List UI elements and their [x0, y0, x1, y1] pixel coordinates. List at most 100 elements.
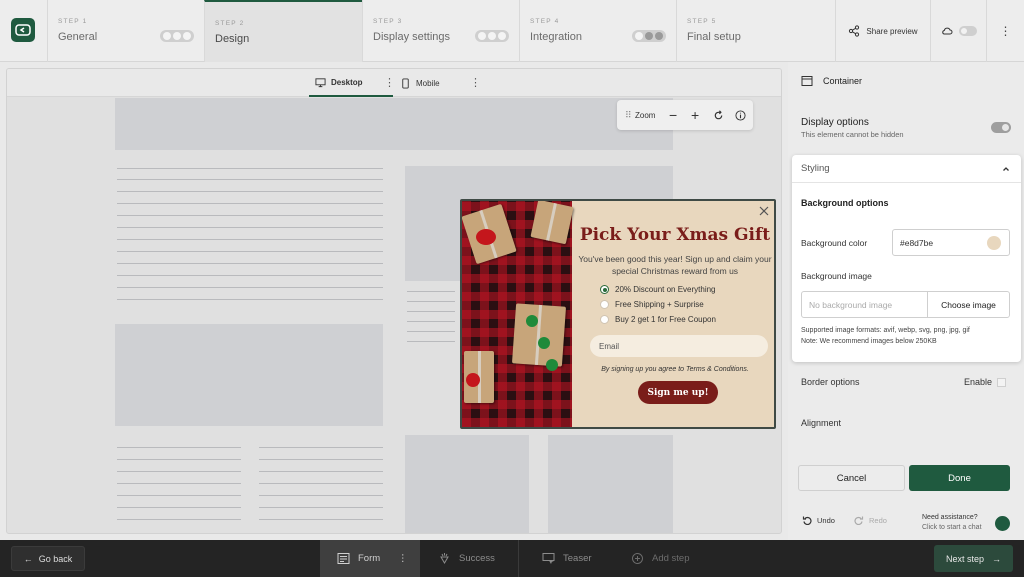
tab-teaser[interactable]: Teaser [520, 540, 620, 577]
background-image-field[interactable]: No background image Choose image [801, 291, 1010, 318]
device-switcher: Desktop ⋮ Mobile ⋮ [7, 69, 781, 97]
assistance-text[interactable]: Need assistance? Click to start a chat [922, 513, 982, 533]
kebab-icon: ⋮ [999, 24, 1012, 38]
go-back-button[interactable]: ← Go back [11, 546, 85, 571]
styling-section: Styling Background options Background co… [792, 155, 1021, 362]
redo-button[interactable]: Redo [854, 515, 887, 525]
undo-button[interactable]: Undo [802, 515, 835, 525]
close-icon[interactable] [758, 205, 770, 217]
styling-header[interactable]: Styling [792, 155, 1021, 183]
christmas-gifts-image [462, 201, 574, 427]
image-size-note: Note: We recommend images below 250KB [801, 338, 937, 345]
enable-checkbox[interactable] [997, 377, 1007, 387]
teaser-tab-label: Teaser [563, 553, 592, 564]
step-display-settings[interactable]: STEP 3 Display settings [362, 0, 519, 62]
sign-me-up-button[interactable]: Sign me up! [638, 381, 718, 404]
border-enable-control[interactable]: Enable [964, 377, 1007, 387]
gift-option-2[interactable]: Free Shipping + Surprise [600, 300, 704, 309]
success-tab-label: Success [459, 553, 495, 564]
top-bar: STEP 1 General STEP 2 Design STEP 3 Disp… [0, 0, 1024, 62]
display-toggle[interactable] [991, 122, 1011, 133]
next-step-label: Next step [945, 553, 985, 564]
color-swatch[interactable] [987, 236, 1001, 250]
drag-handle-icon[interactable]: ⠿ [625, 100, 632, 130]
wireframe-text-line [407, 331, 455, 332]
form-options-icon[interactable]: ⋮ [398, 553, 408, 564]
wireframe-text-line [117, 483, 241, 484]
info-icon[interactable] [735, 100, 746, 130]
alignment-label: Alignment [801, 418, 842, 428]
green-bow-icon [546, 359, 558, 371]
zoom-label: Zoom [635, 110, 656, 120]
sync-toggle-switch[interactable] [958, 26, 977, 36]
wireframe-image-block [115, 324, 383, 426]
zoom-out-icon[interactable]: − [669, 100, 677, 130]
step-number: STEP 4 [530, 18, 560, 25]
background-color-field[interactable]: #e8d7be [892, 229, 1010, 256]
device-mobile-tab[interactable]: Mobile [400, 69, 440, 97]
step-design[interactable]: STEP 2 Design [204, 0, 362, 62]
next-step-button[interactable]: Next step → [934, 545, 1013, 572]
gift-option-3[interactable]: Buy 2 get 1 for Free Coupon [600, 315, 716, 324]
mobile-label: Mobile [416, 78, 440, 88]
wireframe-text-line [117, 299, 383, 300]
popup-preview[interactable]: Pick Your Xmas Gift You've been good thi… [460, 199, 776, 429]
desktop-options-icon[interactable]: ⋮ [384, 76, 395, 89]
device-desktop-tab[interactable]: Desktop [309, 69, 393, 97]
wireframe-header-block [115, 98, 673, 150]
plus-circle-icon [632, 553, 643, 564]
gift-option-1[interactable]: 20% Discount on Everything [600, 285, 716, 294]
wireframe-text-line [117, 471, 241, 472]
radio-selected-icon[interactable] [600, 285, 609, 294]
radio-icon[interactable] [600, 300, 609, 309]
step-final-setup[interactable]: STEP 5 Final setup [676, 0, 835, 62]
background-color-value: #e8d7be [900, 237, 934, 248]
border-options-label: Border options [801, 377, 860, 387]
wireframe-text-line [259, 447, 383, 448]
wireframe-text-line [117, 263, 383, 264]
step-progress-icon [632, 30, 666, 42]
done-button[interactable]: Done [909, 465, 1010, 491]
tab-form[interactable]: Form ⋮ [320, 540, 420, 577]
email-placeholder: Email [599, 341, 620, 351]
zoom-in-icon[interactable]: + [691, 100, 699, 130]
radio-icon[interactable] [600, 315, 609, 324]
assist-title: Need assistance? [922, 514, 978, 521]
step-number: STEP 5 [687, 18, 717, 25]
cancel-button[interactable]: Cancel [798, 465, 905, 491]
app-logo[interactable] [11, 18, 35, 42]
step-progress-icon [475, 30, 509, 42]
zoom-controls: ⠿ Zoom − + [617, 100, 753, 130]
wireframe-text-line [117, 203, 383, 204]
desktop-icon [315, 77, 326, 87]
display-options-subtitle: This element cannot be hidden [801, 130, 904, 139]
email-field[interactable]: Email [590, 335, 768, 357]
wireframe-image-block [548, 435, 673, 533]
gift-box [511, 303, 567, 367]
chevron-up-icon[interactable] [1001, 164, 1011, 174]
chat-icon[interactable] [995, 516, 1010, 531]
share-preview-button[interactable]: Share preview [835, 0, 930, 62]
step-name: Final setup [687, 31, 741, 43]
add-step-button[interactable]: Add step [631, 540, 690, 577]
wireframe-text-line [117, 507, 241, 508]
step-integration[interactable]: STEP 4 Integration [519, 0, 676, 62]
redo-label: Redo [869, 515, 887, 525]
step-general[interactable]: STEP 1 General [47, 0, 204, 62]
wireframe-text-line [117, 227, 383, 228]
more-menu-button[interactable]: ⋮ [986, 0, 1024, 62]
wireframe-text-line [117, 179, 383, 180]
share-icon [849, 25, 860, 37]
assist-subtitle: Click to start a chat [922, 524, 982, 531]
popup-title: Pick Your Xmas Gift [579, 225, 771, 245]
cloud-sync-toggle[interactable] [930, 0, 986, 62]
gift-option-label: 20% Discount on Everything [615, 285, 716, 294]
wireframe-text-line [117, 459, 241, 460]
tab-success[interactable]: Success [420, 540, 519, 577]
choose-image-button[interactable]: Choose image [927, 292, 1009, 317]
step-name: General [58, 31, 98, 43]
mobile-options-icon[interactable]: ⋮ [470, 76, 481, 89]
reset-zoom-icon[interactable] [713, 100, 724, 130]
wireframe-text-line [259, 471, 383, 472]
design-canvas: Desktop ⋮ Mobile ⋮ ⠿ Zoom − + Pick Your … [6, 68, 782, 534]
